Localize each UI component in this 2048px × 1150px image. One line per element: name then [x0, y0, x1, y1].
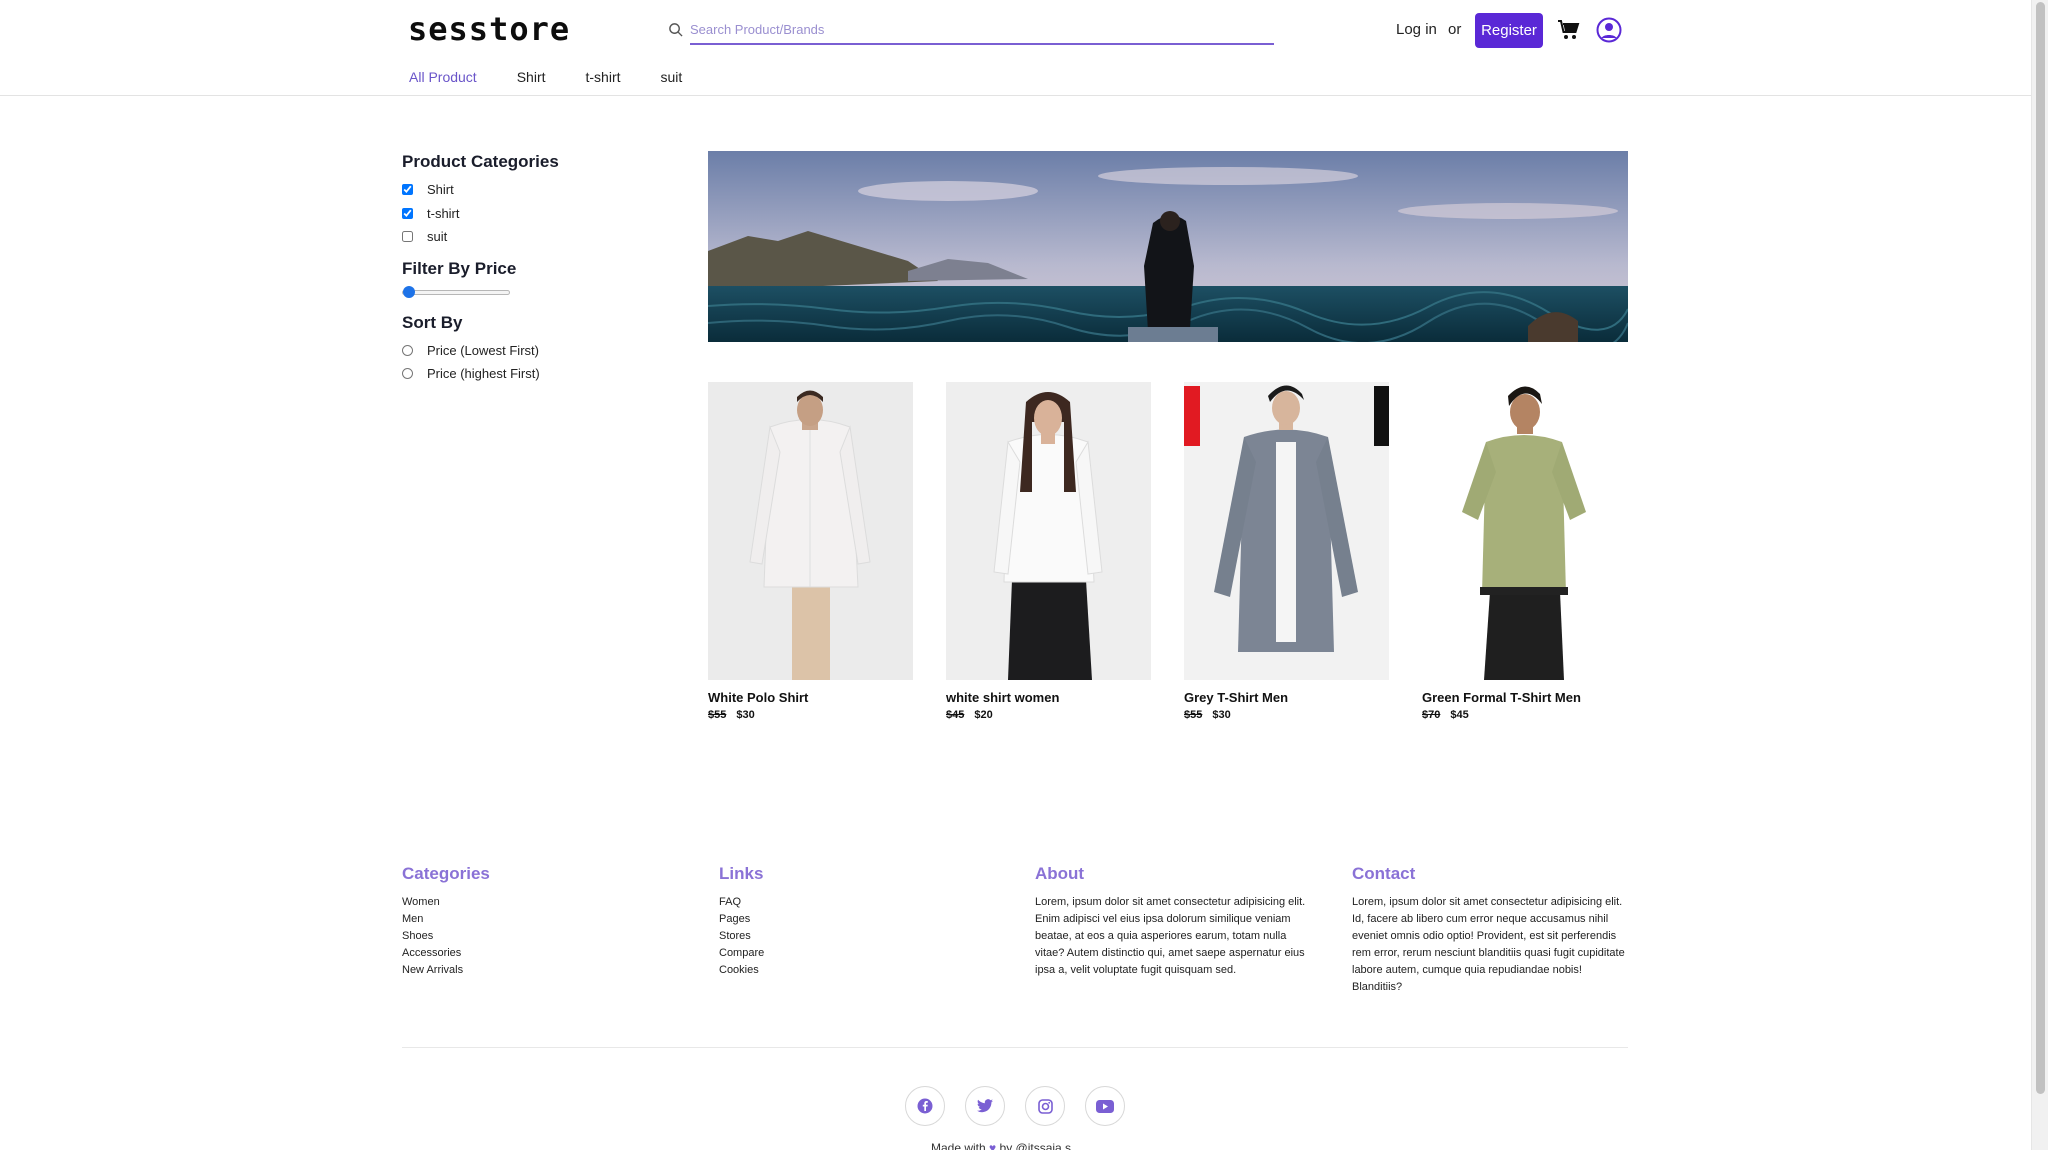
- footer-categories: Categories Women Men Shoes Accessories N…: [402, 864, 692, 979]
- footer-about-title: About: [1035, 864, 1085, 883]
- category-checkbox-suit[interactable]: [402, 231, 413, 243]
- sort-option-highest[interactable]: Price (highest First): [402, 362, 662, 386]
- sort-radio-lowest[interactable]: [402, 344, 413, 356]
- nav-shirt[interactable]: Shirt: [517, 69, 546, 85]
- product-image[interactable]: [1422, 382, 1627, 680]
- product-card[interactable]: Grey T-Shirt Men $55 $30: [1184, 382, 1389, 721]
- footer-contact-text: Lorem, ipsum dolor sit amet consectetur …: [1352, 896, 1625, 993]
- category-option-t-shirt[interactable]: t-shirt: [402, 202, 662, 226]
- search-icon: [669, 23, 683, 37]
- footer-link[interactable]: Cookies: [719, 962, 1009, 979]
- product-card[interactable]: White Polo Shirt $55 $30: [708, 382, 913, 721]
- product-name[interactable]: Green Formal T-Shirt Men: [1422, 690, 1627, 705]
- product-image[interactable]: [1184, 382, 1389, 680]
- product-image[interactable]: [708, 382, 913, 680]
- twitter-button[interactable]: [965, 1086, 1005, 1126]
- instagram-button[interactable]: [1025, 1086, 1065, 1126]
- product-name[interactable]: White Polo Shirt: [708, 690, 913, 705]
- category-nav: All Product Shirt t-shirt suit: [409, 69, 722, 85]
- price-filter-title: Filter By Price: [402, 258, 517, 278]
- category-checkbox-t-shirt[interactable]: [402, 207, 413, 219]
- product-prices: $55 $30: [708, 709, 913, 721]
- categories-title: Product Categories: [402, 152, 559, 171]
- category-option-shirt[interactable]: Shirt: [402, 178, 662, 202]
- product-price: $20: [974, 709, 993, 721]
- made-with-prefix: Made with: [931, 1141, 986, 1150]
- sort-label: Price (highest First): [427, 366, 540, 382]
- footer-link[interactable]: Men: [402, 911, 692, 928]
- price-slider-track[interactable]: [402, 289, 510, 295]
- product-name[interactable]: white shirt women: [946, 690, 1151, 705]
- category-label: suit: [427, 229, 448, 245]
- footer-about: About Lorem, ipsum dolor sit amet consec…: [1035, 864, 1315, 979]
- footer-link[interactable]: FAQ: [719, 894, 1009, 911]
- site-header: sesstore Log in or Register All Product …: [0, 0, 2031, 96]
- youtube-button[interactable]: [1085, 1086, 1125, 1126]
- filter-sidebar: Product Categories Shirt t-shirt suit Fi…: [402, 152, 662, 396]
- product-prices: $70 $45: [1422, 709, 1627, 721]
- account-icon[interactable]: [1596, 17, 1622, 43]
- footer-link[interactable]: Women: [402, 894, 692, 911]
- product-image[interactable]: [946, 382, 1151, 680]
- product-old-price: $55: [1184, 709, 1203, 721]
- footer-link[interactable]: Stores: [719, 928, 1009, 945]
- product-old-price: $55: [708, 709, 727, 721]
- nav-suit[interactable]: suit: [661, 69, 683, 85]
- search-input[interactable]: [690, 18, 1274, 45]
- sort-radio-highest[interactable]: [402, 368, 413, 380]
- price-slider-handle[interactable]: [403, 285, 415, 298]
- sort-option-lowest[interactable]: Price (Lowest First): [402, 339, 662, 363]
- product-old-price: $70: [1422, 709, 1441, 721]
- footer-link[interactable]: Accessories: [402, 945, 692, 962]
- login-link[interactable]: Log in: [1396, 21, 1437, 38]
- product-price: $30: [1212, 709, 1231, 721]
- or-text: or: [1448, 21, 1462, 38]
- footer-links: Links FAQ Pages Stores Compare Cookies: [719, 864, 1009, 979]
- product-price: $30: [736, 709, 755, 721]
- made-with-credit: Made with ♥ by @itssaja.s: [931, 1141, 1071, 1150]
- product-prices: $45 $20: [946, 709, 1151, 721]
- product-card[interactable]: white shirt women $45 $20: [946, 382, 1151, 721]
- site-logo[interactable]: sesstore: [408, 12, 570, 46]
- cart-icon[interactable]: [1557, 18, 1581, 42]
- search-bar: [668, 18, 1274, 45]
- footer-contact: Contact Lorem, ipsum dolor sit amet cons…: [1352, 864, 1628, 996]
- instagram-icon: [1037, 1098, 1053, 1114]
- footer-contact-title: Contact: [1352, 864, 1416, 883]
- product-price: $45: [1450, 709, 1469, 721]
- category-option-suit[interactable]: suit: [402, 225, 662, 249]
- category-label: Shirt: [427, 182, 454, 198]
- social-links: [905, 1086, 1145, 1126]
- footer-about-text: Lorem, ipsum dolor sit amet consectetur …: [1035, 896, 1306, 976]
- twitter-icon: [977, 1099, 993, 1113]
- hero-banner-image: [708, 151, 1628, 342]
- nav-all-product[interactable]: All Product: [409, 69, 477, 85]
- register-button[interactable]: Register: [1475, 13, 1543, 48]
- product-name[interactable]: Grey T-Shirt Men: [1184, 690, 1389, 705]
- facebook-icon: [917, 1098, 933, 1114]
- sort-title: Sort By: [402, 312, 463, 332]
- nav-t-shirt[interactable]: t-shirt: [586, 69, 621, 85]
- sort-label: Price (Lowest First): [427, 342, 539, 358]
- youtube-icon: [1096, 1099, 1114, 1113]
- made-with-suffix: by @itssaja.s: [999, 1141, 1072, 1150]
- footer-divider: [402, 1047, 1628, 1048]
- category-checkbox-shirt[interactable]: [402, 184, 413, 196]
- footer-link[interactable]: Shoes: [402, 928, 692, 945]
- footer-link[interactable]: Compare: [719, 945, 1009, 962]
- facebook-button[interactable]: [905, 1086, 945, 1126]
- footer-link[interactable]: New Arrivals: [402, 962, 692, 979]
- product-card[interactable]: Green Formal T-Shirt Men $70 $45: [1422, 382, 1627, 721]
- product-prices: $55 $30: [1184, 709, 1389, 721]
- price-slider[interactable]: [402, 285, 512, 299]
- product-old-price: $45: [946, 709, 965, 721]
- heart-icon: ♥: [989, 1141, 997, 1150]
- scrollbar-thumb[interactable]: [2036, 2, 2045, 1094]
- footer-links-title: Links: [719, 864, 764, 883]
- page-scrollbar[interactable]: [2031, 0, 2048, 1150]
- footer-categories-title: Categories: [402, 864, 490, 883]
- footer-link[interactable]: Pages: [719, 911, 1009, 928]
- category-label: t-shirt: [427, 205, 460, 221]
- hero-banner: [708, 151, 1628, 342]
